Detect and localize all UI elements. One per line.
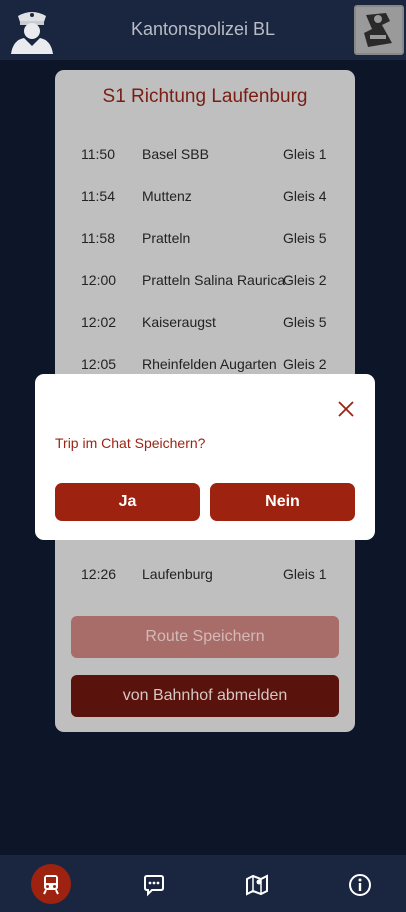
stop-row[interactable]: 12:02 Kaiseraugst Gleis 5 xyxy=(55,314,355,334)
chat-icon xyxy=(144,875,164,897)
stop-platform: Gleis 5 xyxy=(283,314,327,330)
stop-station: Pratteln Salina Raurica xyxy=(142,272,286,288)
kantonspolizei-logo xyxy=(354,5,404,55)
app-title: Kantonspolizei BL xyxy=(130,19,276,39)
stop-station: Pratteln xyxy=(142,230,191,246)
route-title: S1 Richtung Laufenburg xyxy=(102,86,308,107)
stop-station: Rheinfelden Augarten xyxy=(142,356,277,372)
nav-train[interactable] xyxy=(31,864,71,904)
train-icon xyxy=(43,875,59,895)
stop-row[interactable]: 12:00 Pratteln Salina Raurica Gleis 2 xyxy=(55,272,355,292)
yes-button[interactable]: Ja xyxy=(55,483,200,521)
stop-station: Kaiseraugst xyxy=(142,314,216,330)
stop-platform: Gleis 5 xyxy=(283,230,327,246)
stop-platform: Gleis 4 xyxy=(283,188,327,204)
stop-row[interactable]: 12:05 Rheinfelden Augarten Gleis 2 xyxy=(55,356,355,376)
save-route-button[interactable]: Route Speichern xyxy=(71,616,339,658)
map-icon xyxy=(246,874,268,896)
nav-map[interactable] xyxy=(237,865,277,905)
stop-time: 11:54 xyxy=(81,188,115,204)
checkout-station-button[interactable]: von Bahnhof abmelden xyxy=(71,675,339,717)
bottom-navigation xyxy=(0,855,406,912)
stop-time: 12:05 xyxy=(81,356,117,372)
stop-station: Laufenburg xyxy=(142,566,213,582)
nav-chat[interactable] xyxy=(134,865,174,905)
stop-platform: Gleis 1 xyxy=(283,146,327,162)
stop-time: 11:58 xyxy=(81,230,115,246)
stop-station: Basel SBB xyxy=(142,146,209,162)
stop-row[interactable]: 11:54 Muttenz Gleis 4 xyxy=(55,188,355,208)
stop-row[interactable]: 12:26 Laufenburg Gleis 1 xyxy=(55,566,355,586)
stop-row[interactable]: 11:58 Pratteln Gleis 5 xyxy=(55,230,355,250)
app-header: Kantonspolizei BL xyxy=(0,0,406,60)
no-button[interactable]: Nein xyxy=(210,483,355,521)
save-trip-dialog: Trip im Chat Speichern? Ja Nein xyxy=(35,374,375,540)
stop-time: 12:26 xyxy=(81,566,117,582)
stop-time: 12:00 xyxy=(81,272,117,288)
dialog-question: Trip im Chat Speichern? xyxy=(55,435,206,451)
close-icon[interactable] xyxy=(337,400,355,418)
stop-row[interactable]: 11:50 Basel SBB Gleis 1 xyxy=(55,146,355,166)
stop-platform: Gleis 2 xyxy=(283,272,327,288)
stop-time: 11:50 xyxy=(81,146,115,162)
stop-station: Muttenz xyxy=(142,188,192,204)
nav-info[interactable] xyxy=(340,865,380,905)
info-icon xyxy=(349,874,371,896)
stop-platform: Gleis 1 xyxy=(283,566,327,582)
stop-platform: Gleis 2 xyxy=(283,356,327,372)
stop-time: 12:02 xyxy=(81,314,117,330)
